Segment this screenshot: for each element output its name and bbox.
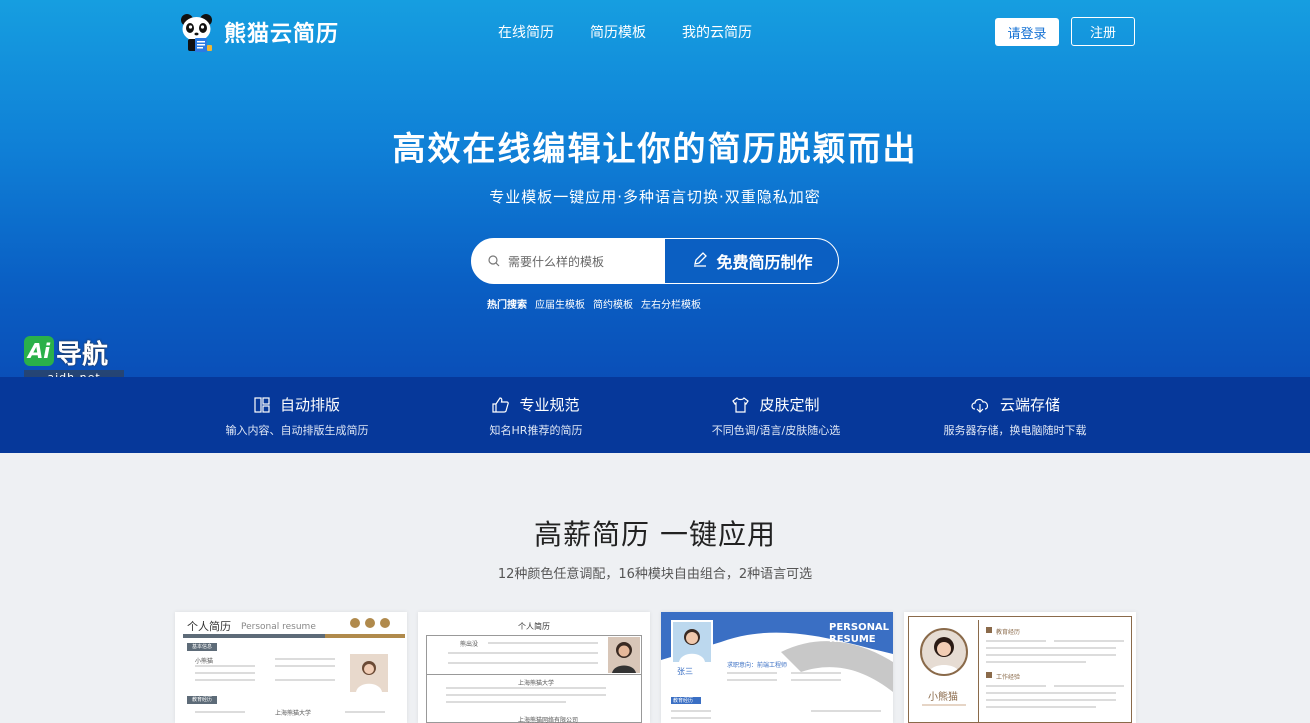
create-resume-label: 免费简历制作 — [716, 253, 813, 272]
feature-desc: 知名HR推荐的简历 — [489, 424, 583, 437]
hot-search-item[interactable]: 简约模板 — [593, 296, 633, 311]
hot-search-item[interactable]: 左右分栏模板 — [641, 296, 701, 311]
template-intent: 求职意向：前端工程师 — [727, 662, 788, 669]
template-name: 小熊猫 — [928, 692, 958, 703]
feature-professional: 专业规范 知名HR推荐的简历 — [416, 377, 656, 453]
hero-banner: 熊猫云简历 在线简历 简历模板 我的云简历 请登录 注册 高效在线编辑让你的简历… — [0, 0, 1310, 386]
panda-logo-icon — [178, 12, 216, 52]
template-card[interactable]: 个人简历 Personal resume 基本信息 小熊猫 教育经历 上海熊猫大… — [175, 612, 407, 723]
brand-logo[interactable]: 熊猫云简历 — [178, 12, 339, 52]
section-bullet — [986, 627, 992, 633]
feature-cloud: 云端存储 服务器存储，换电脑随时下载 — [895, 377, 1135, 453]
portrait-photo — [920, 628, 968, 676]
feature-title: 自动排版 — [279, 396, 340, 414]
template-name: 张三 — [677, 667, 693, 676]
search-icon — [488, 252, 500, 271]
section-subtitle: 12种颜色任意调配，16种模块自由组合，2种语言可选 — [497, 567, 813, 582]
template-school: 上海熊猫大学 — [275, 710, 312, 717]
feature-title: 云端存储 — [999, 396, 1060, 414]
pen-icon — [692, 251, 708, 271]
search-input[interactable]: 需要什么样的模板 — [472, 239, 666, 283]
watermark-logo: Ai — [24, 336, 54, 366]
feature-desc: 服务器存储，换电脑随时下载 — [943, 424, 1087, 437]
section-bullet — [986, 672, 992, 678]
template-name: 小熊猫 — [195, 658, 214, 665]
login-button[interactable]: 请登录 — [995, 18, 1059, 46]
template-card[interactable]: 个人简历 熊出没 上海熊猫大学 上海熊猫网络有限公司 — [418, 612, 650, 723]
hot-search-item[interactable]: 应届生模板 — [535, 296, 585, 311]
header-bar — [183, 634, 333, 638]
section-label: 工作经验 — [996, 674, 1021, 681]
create-resume-button[interactable]: 免费简历制作 — [665, 239, 838, 283]
nav-my-cloud-resume[interactable]: 我的云简历 — [682, 22, 752, 42]
template-title-2: RESUME — [829, 634, 876, 645]
template-card[interactable]: 小熊猫 教育经历 工作经验 — [904, 612, 1136, 723]
template-card[interactable]: PERSONAL RESUME 张三 求职意向：前端工程师 教育经历 — [661, 612, 893, 723]
search-box: 需要什么样的模板 免费简历制作 — [471, 238, 839, 284]
template-title: 个人简历 — [518, 622, 550, 631]
feature-desc: 不同色调/语言/皮肤随心选 — [711, 424, 841, 437]
column-divider — [978, 620, 979, 723]
hot-searches-label: 热门搜索 — [487, 300, 527, 311]
template-company: 上海熊猫网络有限公司 — [518, 717, 579, 723]
hot-searches: 热门搜索 应届生模板 简约模板 左右分栏模板 — [487, 296, 701, 311]
section-label: 教育经历 — [187, 696, 217, 704]
template-subtitle: Personal resume — [241, 622, 316, 632]
template-name: 熊出没 — [460, 641, 479, 648]
hero-subtitle: 专业模板一键应用·多种语言切换·双重隐私加密 — [489, 188, 821, 206]
feature-skin: 皮肤定制 不同色调/语言/皮肤随心选 — [656, 377, 896, 453]
main-nav: 在线简历 简历模板 我的云简历 — [498, 22, 752, 42]
feature-bar: 自动排版 输入内容、自动排版生成简历 专业规范 知名HR推荐的简历 皮肤定制 不… — [0, 377, 1310, 453]
nav-resume-templates[interactable]: 简历模板 — [590, 22, 646, 42]
phone-icon — [350, 618, 360, 628]
section-label: 基本信息 — [187, 643, 217, 651]
search-placeholder: 需要什么样的模板 — [508, 254, 605, 269]
shirt-icon — [732, 396, 750, 413]
feature-title: 皮肤定制 — [759, 396, 820, 414]
site-header: 熊猫云简历 在线简历 简历模板 我的云简历 请登录 注册 — [0, 0, 1310, 64]
feature-auto-layout: 自动排版 输入内容、自动排版生成简历 — [177, 377, 417, 453]
mail-icon — [365, 618, 375, 628]
hero-title: 高效在线编辑让你的简历脱颖而出 — [392, 129, 918, 168]
portrait-photo — [671, 620, 713, 664]
feature-title: 专业规范 — [519, 396, 580, 414]
cloud-download-icon — [971, 398, 989, 413]
layout-icon — [254, 396, 270, 413]
template-title: 个人简历 — [187, 620, 231, 633]
portrait-photo — [608, 637, 640, 673]
nav-online-resume[interactable]: 在线简历 — [498, 22, 554, 42]
location-icon — [380, 618, 390, 628]
register-button[interactable]: 注册 — [1071, 17, 1135, 46]
section-label: 教育经历 — [673, 698, 694, 704]
watermark-text: 导航 — [56, 340, 109, 370]
section-title: 高薪简历 一键应用 — [534, 518, 776, 551]
thumbs-up-icon — [492, 396, 510, 413]
section-label: 教育经历 — [996, 629, 1021, 636]
portrait-photo — [350, 654, 388, 692]
header-bar-accent — [325, 634, 405, 638]
template-school: 上海熊猫大学 — [518, 680, 555, 687]
template-title: PERSONAL — [829, 622, 890, 633]
feature-desc: 输入内容、自动排版生成简历 — [225, 424, 369, 437]
brand-name: 熊猫云简历 — [224, 22, 340, 47]
